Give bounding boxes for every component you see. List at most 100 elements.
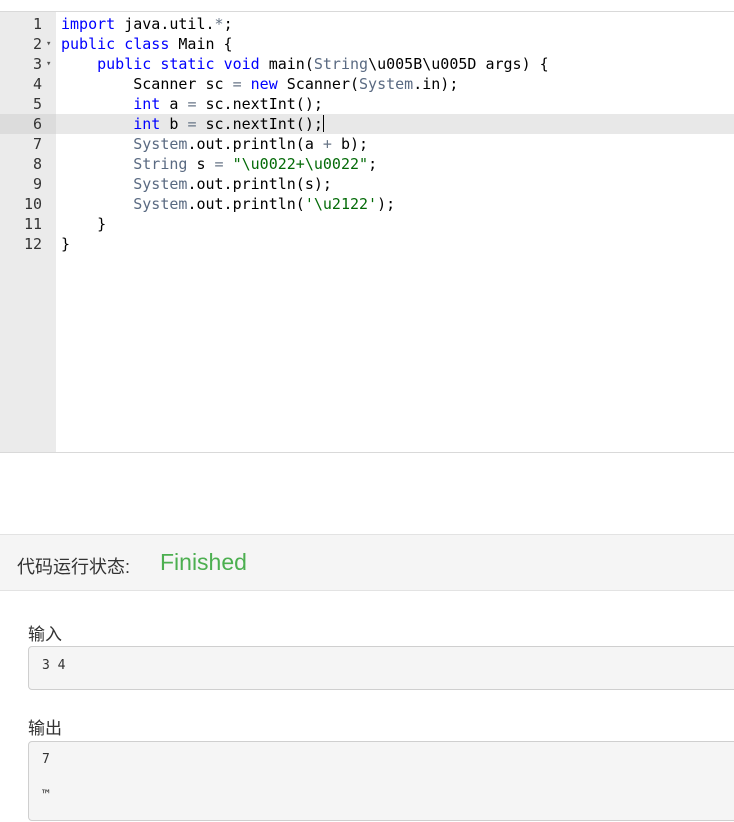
code-token: String	[313, 55, 369, 73]
code-token: .out.println(s);	[187, 175, 332, 193]
code-editor[interactable]: 1 import java.util.*; 2 ▾ public class Main …	[0, 11, 734, 453]
line-number: 10	[23, 195, 42, 213]
code-token: Scanner sc	[61, 75, 233, 93]
code-token: public	[97, 55, 152, 73]
code-line[interactable]: 4 Scanner sc = new Scanner(System.in);	[0, 74, 734, 94]
code-token: int	[133, 115, 161, 133]
code-line[interactable]: 7 System.out.println(a + b);	[0, 134, 734, 154]
code-line[interactable]: 9 System.out.println(s);	[0, 174, 734, 194]
code-line[interactable]: 3 ▾ public static void main(String\u005B\…	[0, 54, 734, 74]
code-text: String s = "\u0022+\u0022";	[61, 154, 377, 174]
code-token: +	[322, 135, 332, 153]
code-token: System	[133, 135, 188, 153]
code-token: String	[133, 155, 188, 173]
code-line[interactable]: 12}	[0, 234, 734, 254]
input-box[interactable]: 3 4	[28, 646, 734, 690]
text-cursor	[322, 115, 324, 132]
line-number: 6	[32, 115, 42, 133]
line-number-cell: 11	[0, 214, 56, 234]
run-status-bar: 代码运行状态: Finished	[0, 534, 734, 591]
line-number-cell: 2 ▾	[0, 34, 56, 54]
code-text: int a = sc.nextInt();	[61, 94, 323, 114]
code-line[interactable]: 5 int a = sc.nextInt();	[0, 94, 734, 114]
code-token: Main {	[169, 35, 233, 53]
code-token: s	[187, 155, 215, 173]
code-text: public class Main {	[61, 34, 233, 54]
fold-arrow-icon[interactable]: ▾	[46, 34, 51, 54]
code-token: class	[124, 35, 170, 53]
output-line: ™	[42, 788, 50, 803]
line-number: 4	[32, 75, 42, 93]
code-token: void	[223, 55, 260, 73]
code-token: sc.nextInt();	[196, 95, 323, 113]
code-token: }	[61, 235, 71, 253]
code-token: b	[160, 115, 188, 133]
line-number: 3	[32, 55, 42, 73]
code-text: int b = sc.nextInt();	[61, 114, 324, 134]
line-number: 11	[23, 215, 42, 233]
code-token: =	[232, 75, 242, 93]
code-text: }	[61, 214, 106, 234]
code-text: public static void main(String\u005B\u00…	[61, 54, 549, 74]
code-text: }	[61, 234, 70, 254]
run-status-label: 代码运行状态:	[17, 557, 131, 577]
code-line[interactable]: 2 ▾ public class Main {	[0, 34, 734, 54]
code-line[interactable]: 11 }	[0, 214, 734, 234]
code-token: static	[160, 55, 215, 73]
code-token: .in);	[413, 75, 459, 93]
code-token: .out.println(	[187, 195, 305, 213]
line-number: 2	[32, 35, 42, 53]
output-line: 7	[42, 752, 50, 767]
line-number-cell: 7	[0, 134, 56, 154]
code-token: ;	[368, 155, 378, 173]
code-text: System.out.println(s);	[61, 174, 332, 194]
code-line[interactable]: 8 String s = "\u0022+\u0022";	[0, 154, 734, 174]
code-token: import	[61, 15, 116, 33]
code-line[interactable]: 10 System.out.println('\u2122');	[0, 194, 734, 214]
fold-arrow-icon[interactable]: ▾	[46, 54, 51, 74]
code-token: b);	[331, 135, 369, 153]
code-lines[interactable]: 1 import java.util.*; 2 ▾ public class Main …	[0, 14, 734, 254]
code-token: ;	[223, 15, 233, 33]
input-label: 输入	[28, 625, 62, 644]
code-token: \u005B\u005D args) {	[368, 55, 549, 73]
output-label: 输出	[28, 719, 62, 738]
code-token: new	[250, 75, 278, 93]
code-text: System.out.println('\u2122');	[61, 194, 395, 214]
code-text: System.out.println(a + b);	[61, 134, 368, 154]
code-line[interactable]: 6 int b = sc.nextInt();	[0, 114, 734, 134]
code-token: java.util.	[115, 15, 215, 33]
code-token: public	[61, 35, 116, 53]
line-number-cell: 4	[0, 74, 56, 94]
output-box: 7 ™	[28, 741, 734, 821]
code-token: '\u2122'	[304, 195, 378, 213]
code-token: "\u0022+\u0022"	[232, 155, 369, 173]
code-token: );	[377, 195, 396, 213]
code-text: Scanner sc = new Scanner(System.in);	[61, 74, 458, 94]
line-number-cell: 5	[0, 94, 56, 114]
line-number: 1	[32, 15, 42, 33]
line-number-cell: 3 ▾	[0, 54, 56, 74]
code-token: *	[214, 15, 224, 33]
line-number: 8	[32, 155, 42, 173]
line-number: 5	[32, 95, 42, 113]
code-token: main(	[259, 55, 314, 73]
line-number-cell: 6	[0, 114, 56, 134]
run-status-value: Finished	[160, 549, 247, 575]
line-number-cell: 10	[0, 194, 56, 214]
code-line[interactable]: 1 import java.util.*;	[0, 14, 734, 34]
code-token: System	[133, 175, 188, 193]
code-text: import java.util.*;	[61, 14, 233, 34]
code-token: =	[214, 155, 224, 173]
